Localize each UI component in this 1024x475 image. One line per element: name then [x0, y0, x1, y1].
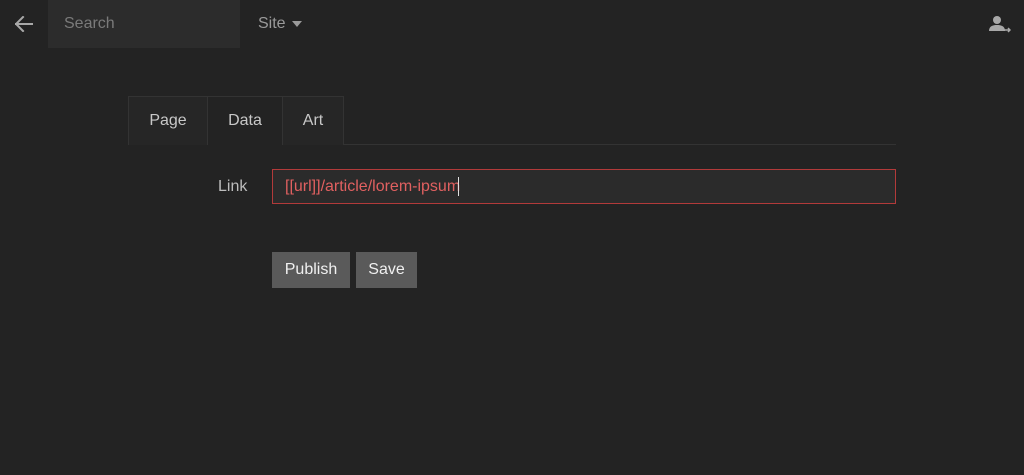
- caret-down-icon: [291, 21, 302, 27]
- site-dropdown-label: Site: [258, 15, 286, 32]
- user-menu-icon: [989, 16, 1011, 33]
- tab-bar: Page Data Art: [128, 96, 896, 145]
- user-menu-button[interactable]: [988, 12, 1012, 36]
- link-field[interactable]: [272, 169, 896, 204]
- text-cursor: [458, 177, 459, 196]
- tab-label: Page: [149, 112, 187, 129]
- tab-data[interactable]: Data: [207, 96, 283, 145]
- save-button[interactable]: Save: [356, 252, 417, 288]
- tab-label: Art: [302, 112, 324, 129]
- arrow-left-icon: [15, 16, 33, 32]
- top-bar: Site: [0, 0, 1024, 48]
- back-button[interactable]: [8, 8, 40, 40]
- tab-art[interactable]: Art: [282, 96, 344, 145]
- tab-label: Data: [228, 112, 262, 129]
- tab-page[interactable]: Page: [128, 96, 208, 145]
- publish-button[interactable]: Publish: [272, 252, 350, 288]
- search-input[interactable]: [48, 0, 240, 48]
- link-field-label: Link: [218, 178, 248, 195]
- site-dropdown[interactable]: Site: [258, 14, 302, 34]
